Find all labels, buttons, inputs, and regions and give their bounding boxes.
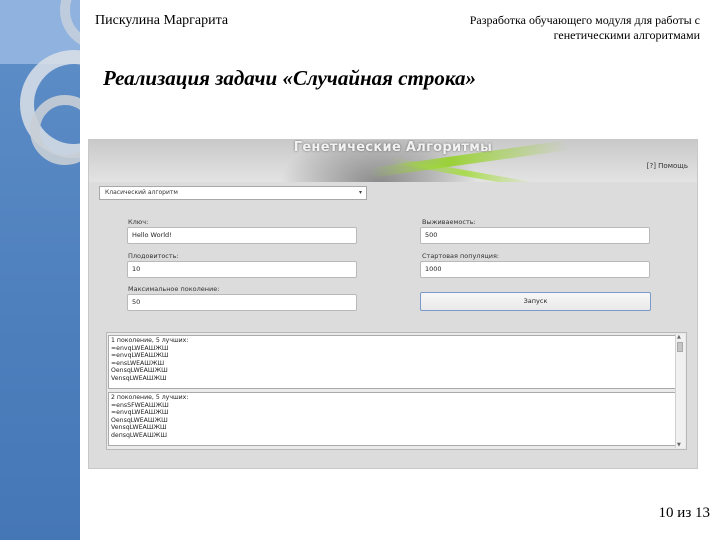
algorithm-select[interactable]: Класический алгоритм ▾ xyxy=(99,186,367,200)
individual-line: =envqLWEAШЖШ xyxy=(111,344,169,352)
fertility-input[interactable]: 10 xyxy=(127,261,357,278)
scroll-up-icon[interactable]: ▲ xyxy=(677,334,681,340)
generation-output[interactable]: 1 поколение, 5 лучших: =envqLWEAШЖШ =env… xyxy=(108,335,676,389)
fertility-label: Плодовитость: xyxy=(128,252,179,260)
individual-line: VensqLWEAШЖШ xyxy=(111,374,167,382)
results-area[interactable]: 1 поколение, 5 лучших: =envqLWEAШЖШ =env… xyxy=(106,332,687,450)
chevron-down-icon: ▾ xyxy=(358,189,362,196)
individual-line: OensqLWEAШЖШ xyxy=(111,367,168,375)
individual-line: =ensLWEAШЖШ xyxy=(111,359,165,367)
generation-output[interactable]: 2 поколение, 5 лучших: =ensSFWEAШЖШ =env… xyxy=(108,392,676,446)
scroll-down-icon[interactable]: ▼ xyxy=(677,442,681,448)
scrollbar-thumb[interactable] xyxy=(677,342,683,352)
run-button[interactable]: Запуск xyxy=(420,292,651,311)
slide-topic: Разработка обучающего модуля для работы … xyxy=(469,13,700,42)
page-number: 10 из 13 xyxy=(658,505,710,521)
max-generation-label: Максимальное поколение: xyxy=(128,285,220,293)
max-generation-input[interactable]: 50 xyxy=(127,294,357,311)
results-scrollbar[interactable]: ▲ ▼ xyxy=(675,334,685,448)
app-banner: Генетические Алгоритмы [?] Помощь xyxy=(89,140,697,182)
help-link[interactable]: [?] Помощь xyxy=(647,162,688,170)
app-screenshot: Генетические Алгоритмы [?] Помощь Класич… xyxy=(88,139,698,469)
generation-header: 1 поколение, 5 лучших: xyxy=(111,337,189,344)
survival-input[interactable]: 500 xyxy=(420,227,650,244)
individual-line: deпsqLWEAШЖШ xyxy=(111,431,167,439)
individual-line: OensqLWEAШЖШ xyxy=(111,416,168,424)
individual-line: =ensSFWEAШЖШ xyxy=(111,401,169,409)
app-title: Генетические Алгоритмы xyxy=(293,140,493,155)
author-name: Пискулина Маргарита xyxy=(95,13,229,28)
generation-header: 2 поколение, 5 лучших: xyxy=(111,394,189,401)
algorithm-select-value: Класический алгоритм xyxy=(105,189,178,196)
slide-title: Реализация задачи «Случайная строка» xyxy=(103,66,477,90)
individual-line: VensqLWEAШЖШ xyxy=(111,424,167,432)
survival-label: Выживаемость: xyxy=(422,218,476,226)
start-population-input[interactable]: 1000 xyxy=(420,261,650,278)
individual-line: =envqLWEAШЖШ xyxy=(111,352,169,360)
individual-line: =envqLWEAШЖШ xyxy=(111,409,169,417)
key-input[interactable]: Hello World! xyxy=(127,227,357,244)
key-label: Ключ: xyxy=(128,218,149,226)
left-decor-bar xyxy=(0,0,80,540)
start-population-label: Стартовая популяция: xyxy=(422,252,500,260)
